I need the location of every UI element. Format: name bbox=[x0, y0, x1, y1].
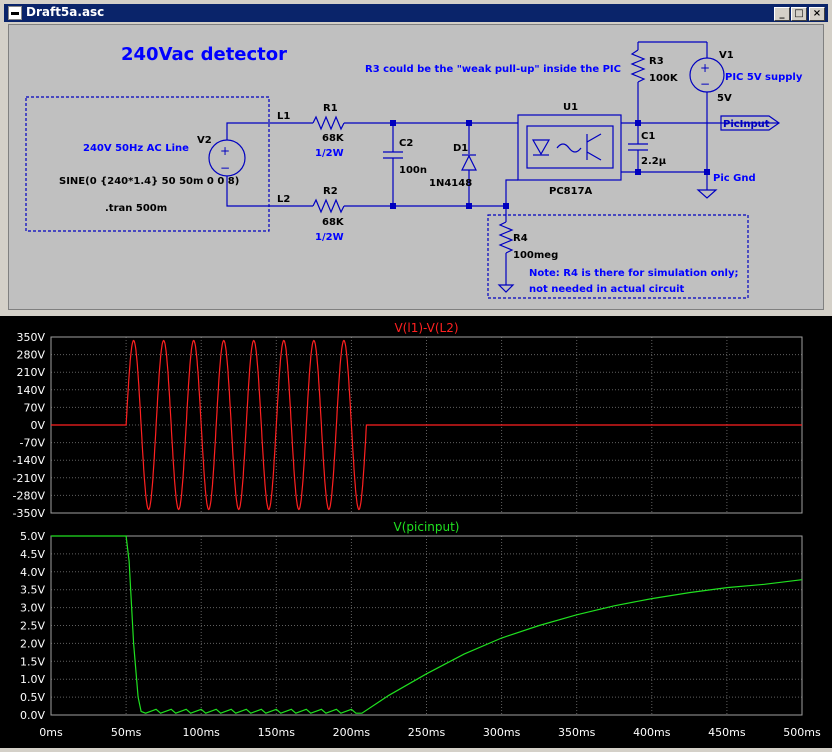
v1-value: 5V bbox=[717, 93, 732, 104]
y-tick-label: 5.0V bbox=[20, 530, 45, 543]
v2-ref: V2 bbox=[197, 135, 212, 146]
x-tick-label: 250ms bbox=[408, 726, 446, 739]
d1-value: 1N4148 bbox=[429, 178, 472, 189]
c1-value: 2.2µ bbox=[641, 156, 667, 167]
net-picinput: PicInput bbox=[723, 119, 770, 130]
c2-value: 100n bbox=[399, 165, 427, 176]
r3-ref: R3 bbox=[649, 56, 664, 67]
svg-text:+: + bbox=[700, 61, 710, 75]
net-l1: L1 bbox=[277, 111, 290, 122]
y-tick-label: -140V bbox=[13, 454, 46, 467]
svg-text:−: − bbox=[700, 77, 710, 91]
ac-line-label: 240V 50Hz AC Line bbox=[83, 143, 189, 154]
tran-directive: .tran 500m bbox=[105, 203, 167, 214]
x-tick-label: 100ms bbox=[182, 726, 220, 739]
y-tick-label: 0V bbox=[30, 419, 45, 432]
y-tick-label: 210V bbox=[16, 366, 45, 379]
y-tick-label: 2.5V bbox=[20, 620, 45, 633]
y-tick-label: 0.5V bbox=[20, 691, 45, 704]
x-tick-label: 0ms bbox=[39, 726, 63, 739]
x-tick-label: 400ms bbox=[633, 726, 671, 739]
x-tick-label: 300ms bbox=[483, 726, 521, 739]
v2-source[interactable]: + − bbox=[208, 139, 246, 177]
trace-title[interactable]: V(l1)-V(L2) bbox=[394, 321, 458, 335]
y-tick-label: -210V bbox=[13, 472, 46, 485]
sine-spec: SINE(0 {240*1.4} 50 50m 0 0 8) bbox=[59, 176, 239, 187]
x-tick-label: 450ms bbox=[708, 726, 746, 739]
y-tick-label: 1.5V bbox=[20, 655, 45, 668]
d1-ref: D1 bbox=[453, 143, 468, 154]
y-tick-label: -70V bbox=[20, 437, 46, 450]
plot-pane-picinput[interactable]: 5.0V 4.5V 4.0V 3.5V 3.0V 2.5V 2.0V 1.5V 1.0V 0.5V… bbox=[20, 520, 803, 722]
y-tick-label: -350V bbox=[13, 507, 46, 520]
y-tick-label: 1.0V bbox=[20, 673, 45, 686]
c1-ref: C1 bbox=[641, 131, 655, 142]
v1-label: PIC 5V supply bbox=[725, 72, 803, 83]
r2-ref: R2 bbox=[323, 186, 338, 197]
net-pic-gnd: Pic Gnd bbox=[713, 173, 756, 184]
x-tick-label: 500ms bbox=[783, 726, 821, 739]
note-r4-line1: Note: R4 is there for simulation only; bbox=[529, 268, 739, 279]
schematic-editor[interactable]: + − + − 240Vac detector R3 could be the … bbox=[8, 24, 824, 310]
schematic-file-icon bbox=[8, 6, 22, 20]
schematic-canvas[interactable]: + − + − 240Vac detector R3 could be the … bbox=[9, 25, 823, 309]
y-tick-label: 3.0V bbox=[20, 602, 45, 615]
plot-canvas[interactable]: 350V 280V 210V 140V 70V 0V -70V -140V -210V -280V… bbox=[0, 316, 832, 748]
window-title: Draft5a.asc bbox=[26, 5, 105, 19]
u1-value: PC817A bbox=[549, 186, 593, 197]
trace-title[interactable]: V(picinput) bbox=[394, 520, 460, 534]
y-tick-label: 2.0V bbox=[20, 637, 45, 650]
x-tick-label: 350ms bbox=[558, 726, 596, 739]
close-button[interactable]: × bbox=[809, 7, 825, 21]
r3-value: 100K bbox=[649, 73, 679, 84]
y-tick-label: 4.0V bbox=[20, 566, 45, 579]
r1-value: 68K bbox=[322, 133, 345, 144]
r4-value: 100meg bbox=[513, 250, 558, 261]
x-tick-label: 50ms bbox=[111, 726, 142, 739]
window-titlebar: Draft5a.asc _ □ × bbox=[4, 4, 828, 22]
y-tick-label: 70V bbox=[23, 401, 45, 414]
y-tick-label: 140V bbox=[16, 384, 45, 397]
minimize-button[interactable]: _ bbox=[774, 7, 790, 21]
r4-ref: R4 bbox=[513, 233, 528, 244]
note-r3: R3 could be the "weak pull-up" inside th… bbox=[365, 64, 621, 75]
y-tick-label: 280V bbox=[16, 349, 45, 362]
y-tick-label: 4.5V bbox=[20, 548, 45, 561]
time-axis: 0ms 50ms 100ms 150ms 200ms 250ms 300ms 350ms 400… bbox=[39, 726, 821, 739]
y-tick-label: 3.5V bbox=[20, 584, 45, 597]
waveform-viewer[interactable]: 350V 280V 210V 140V 70V 0V -70V -140V -210V -280V… bbox=[0, 316, 832, 748]
schematic-heading: 240Vac detector bbox=[121, 44, 287, 65]
y-tick-label: 0.0V bbox=[20, 709, 45, 722]
plot-pane-diff-voltage[interactable]: 350V 280V 210V 140V 70V 0V -70V -140V -210V -280V… bbox=[13, 321, 803, 520]
y-tick-label: 350V bbox=[16, 331, 45, 344]
u1-ref: U1 bbox=[563, 102, 578, 113]
net-l2: L2 bbox=[277, 194, 290, 205]
c2-ref: C2 bbox=[399, 138, 413, 149]
svg-text:−: − bbox=[220, 161, 230, 175]
note-r4-line2: not needed in actual circuit bbox=[529, 284, 685, 295]
y-tick-label: -280V bbox=[13, 489, 46, 502]
v1-source[interactable]: + − bbox=[689, 57, 725, 93]
x-tick-label: 150ms bbox=[258, 726, 296, 739]
r1-ref: R1 bbox=[323, 103, 338, 114]
r2-rating: 1/2W bbox=[315, 232, 344, 243]
r2-value: 68K bbox=[322, 217, 345, 228]
svg-text:+: + bbox=[220, 144, 230, 158]
r1-rating: 1/2W bbox=[315, 148, 344, 159]
x-tick-label: 200ms bbox=[333, 726, 371, 739]
maximize-button[interactable]: □ bbox=[791, 7, 807, 21]
v1-ref: V1 bbox=[719, 50, 734, 61]
